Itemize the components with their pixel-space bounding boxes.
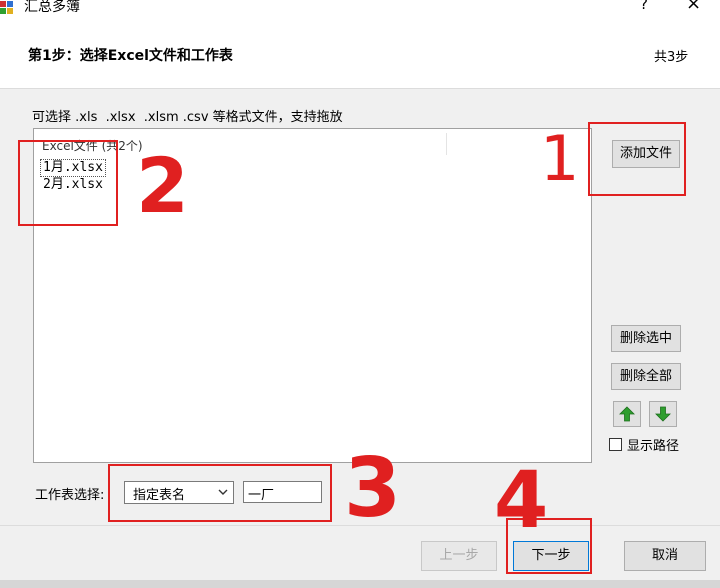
annotation-box-file-list	[18, 140, 118, 226]
annotation-number-4: 4	[494, 456, 549, 546]
step-title: 第1步：选择Excel文件和工作表	[28, 48, 233, 64]
annotation-number-2: 2	[136, 141, 189, 230]
annotation-box-sheet-select	[108, 464, 332, 522]
close-button[interactable]: ×	[686, 0, 701, 14]
help-button[interactable]: ?	[640, 0, 648, 13]
sheet-select-label: 工作表选择:	[35, 488, 105, 503]
arrow-down-icon	[655, 406, 671, 422]
annotation-number-1: 1	[540, 122, 580, 195]
cancel-button[interactable]: 取消	[624, 541, 706, 571]
wizard-header: 第1步：选择Excel文件和工作表 共3步	[0, 18, 720, 89]
annotation-box-add-file	[588, 122, 686, 196]
prev-button[interactable]: 上一步	[421, 541, 497, 571]
move-down-button[interactable]	[649, 401, 677, 427]
window-title: 汇总多簿	[24, 0, 80, 15]
title-bar: 汇总多簿 ? ×	[0, 0, 720, 18]
show-path-label: 显示路径	[627, 439, 680, 454]
annotation-number-3: 3	[344, 441, 402, 536]
arrow-up-icon	[619, 406, 635, 422]
delete-selected-button[interactable]: 删除选中	[611, 325, 681, 352]
format-hint: 可选择 .xls .xlsx .xlsm .csv 等格式文件，支持拖放	[32, 110, 343, 125]
bottom-edge	[0, 580, 720, 588]
app-icon	[0, 1, 13, 14]
move-up-button[interactable]	[613, 401, 641, 427]
show-path-checkbox[interactable]	[609, 438, 622, 451]
step-count: 共3步	[654, 50, 689, 65]
column-divider	[446, 133, 447, 155]
delete-all-button[interactable]: 删除全部	[611, 363, 681, 390]
